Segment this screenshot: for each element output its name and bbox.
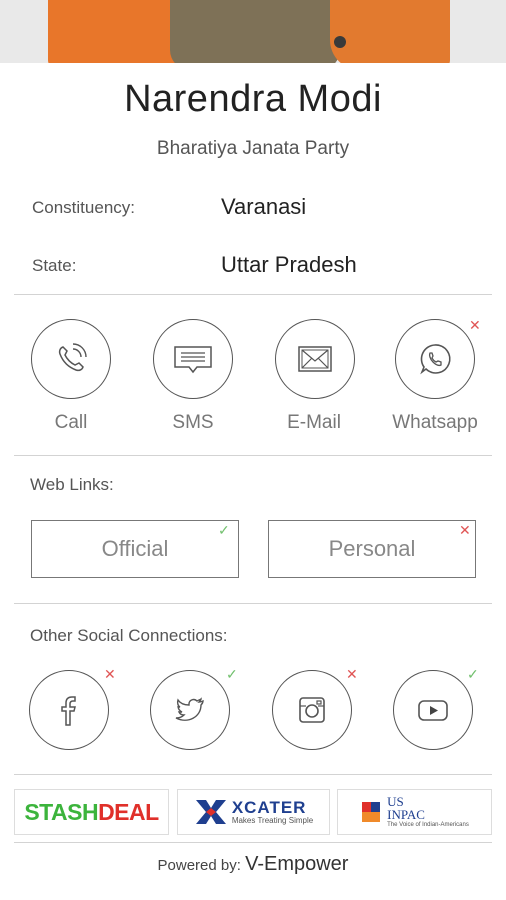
- stashdeal-logo-text-stash: STASH: [24, 798, 99, 825]
- divider: [14, 603, 492, 604]
- divider: [14, 842, 492, 843]
- twitter-button[interactable]: [150, 670, 230, 750]
- call-label: Call: [54, 412, 88, 433]
- social-connections-label: Other Social Connections:: [30, 626, 228, 645]
- personal-link-label: Personal: [328, 536, 416, 561]
- state-value: Uttar Pradesh: [221, 252, 357, 277]
- xcater-name: XCATER: [231, 797, 307, 817]
- official-link-button[interactable]: Official: [31, 520, 239, 578]
- xcater-tagline: Makes Treating Simple: [231, 815, 314, 825]
- envelope-icon: [298, 346, 332, 372]
- instagram-button[interactable]: [272, 670, 352, 750]
- twitter-available-icon: ✓: [226, 666, 238, 682]
- whatsapp-icon: [420, 344, 451, 375]
- web-links-label: Web Links:: [30, 475, 114, 494]
- official-available-icon: ✓: [218, 522, 230, 538]
- stashdeal-logo[interactable]: STASH DEAL: [14, 789, 169, 835]
- usinpac-line1: US: [387, 793, 404, 809]
- youtube-icon: [418, 700, 448, 721]
- xcater-logo[interactable]: XCATER Makes Treating Simple: [177, 789, 330, 835]
- call-button[interactable]: [31, 319, 111, 399]
- stashdeal-logo-text-deal: DEAL: [98, 798, 159, 825]
- profile-photo: [0, 0, 506, 63]
- constituency-value: Varanasi: [221, 194, 307, 219]
- powered-by-footer: Powered by: V-Empower: [0, 853, 506, 876]
- profile-name: Narendra Modi: [124, 78, 382, 120]
- message-icon: [174, 346, 212, 374]
- facebook-unavailable-icon: ✕: [104, 666, 116, 682]
- divider: [14, 774, 492, 775]
- whatsapp-unavailable-icon: ✕: [469, 317, 481, 333]
- facebook-icon: [61, 696, 76, 726]
- divider: [14, 294, 492, 295]
- facebook-button[interactable]: [29, 670, 109, 750]
- instagram-unavailable-icon: ✕: [346, 666, 358, 682]
- email-button[interactable]: [275, 319, 355, 399]
- official-link-label: Official: [101, 536, 169, 561]
- xcater-mark-icon: [195, 800, 226, 824]
- youtube-available-icon: ✓: [467, 666, 479, 682]
- state-label: State:: [32, 256, 77, 275]
- sms-button[interactable]: [153, 319, 233, 399]
- whatsapp-label: Whatsapp: [392, 412, 478, 433]
- usinpac-mark-icon: [362, 802, 381, 822]
- usinpac-logo[interactable]: US INPAC The Voice of Indian-Americans: [337, 789, 492, 835]
- personal-link-button[interactable]: Personal: [268, 520, 476, 578]
- usinpac-tagline: The Voice of Indian-Americans: [387, 821, 469, 828]
- usinpac-line2: INPAC: [387, 806, 425, 822]
- party-name: Bharatiya Janata Party: [156, 138, 350, 159]
- youtube-button[interactable]: [393, 670, 473, 750]
- constituency-label: Constituency:: [32, 198, 135, 217]
- email-label: E-Mail: [287, 412, 341, 433]
- twitter-icon: [175, 697, 204, 721]
- phone-icon: [58, 343, 87, 372]
- vempower-brand[interactable]: V-Empower: [245, 853, 348, 875]
- sms-label: SMS: [172, 412, 214, 433]
- personal-unavailable-icon: ✕: [459, 522, 471, 538]
- powered-by-label: Powered by:: [157, 857, 241, 874]
- instagram-icon: [299, 697, 325, 723]
- divider: [14, 455, 492, 456]
- whatsapp-button[interactable]: [395, 319, 475, 399]
